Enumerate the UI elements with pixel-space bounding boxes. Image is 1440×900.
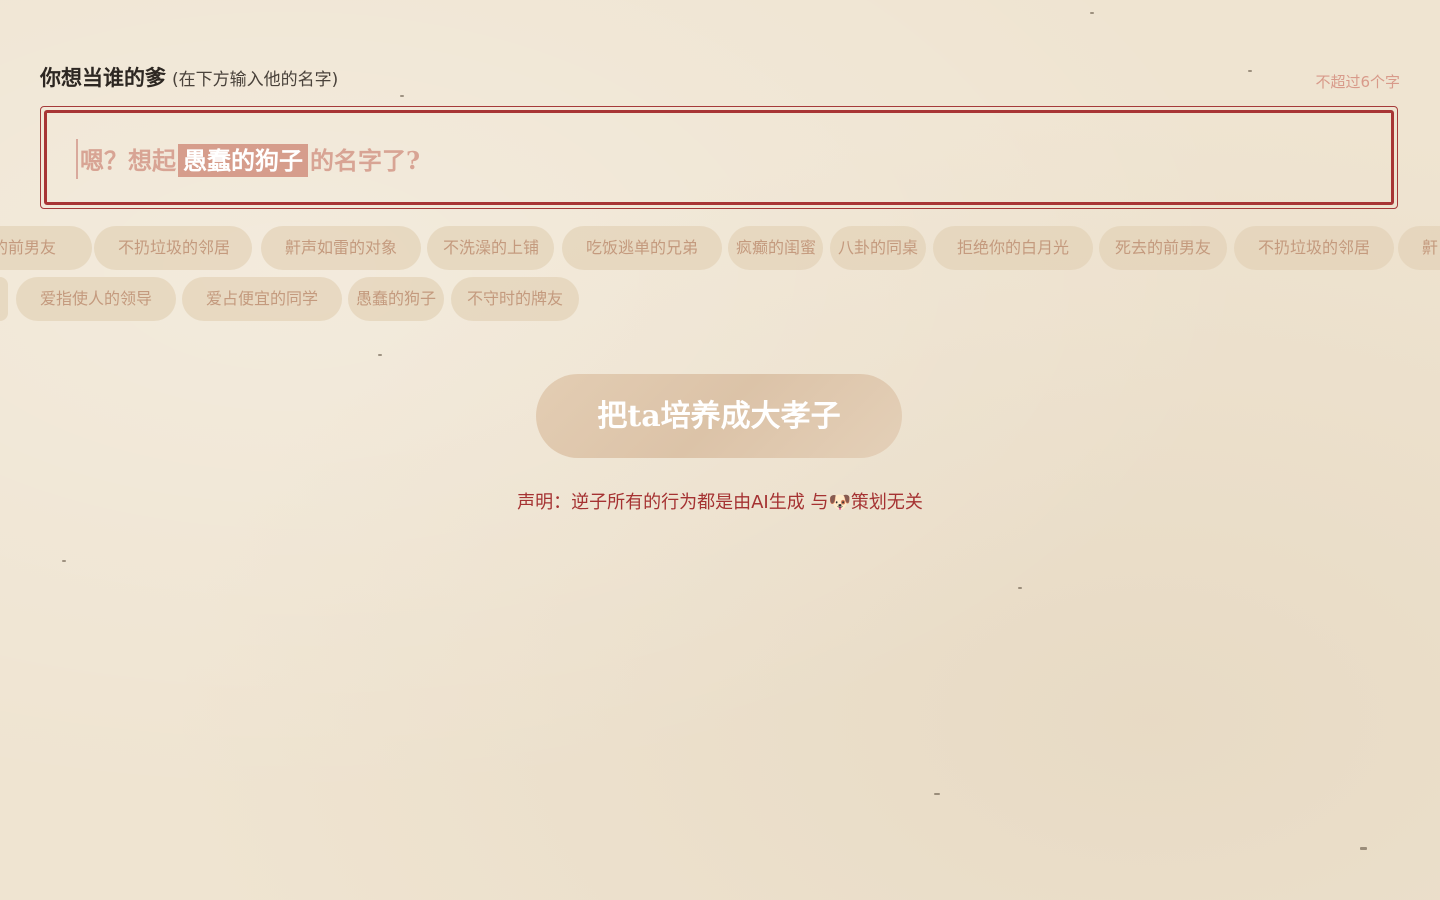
- suggestion-tag[interactable]: 吃饭逃单的兄弟: [562, 226, 722, 270]
- suggestion-tag[interactable]: 疯癫的闺蜜: [728, 226, 823, 270]
- paper-speck: [1018, 587, 1022, 589]
- placeholder-prefix: 嗯？想起: [80, 146, 176, 175]
- suggestion-tag[interactable]: 不守时的牌友: [451, 277, 579, 321]
- char-limit-hint: 不超过6个字: [1315, 73, 1400, 91]
- suggestion-tag[interactable]: 愚蠢的狗子: [348, 277, 444, 321]
- suggestion-tag[interactable]: 死去的前男友: [1099, 226, 1227, 270]
- suggestion-tag[interactable]: 鼾: [1398, 226, 1440, 270]
- generate-button[interactable]: 把ta培养成大孝子: [536, 374, 902, 458]
- suggestion-tag[interactable]: 鼾声如雷的对象: [261, 226, 421, 270]
- disclaimer-text: 声明：逆子所有的行为都是由AI生成 与🐶策划无关: [517, 492, 923, 513]
- paper-speck: [1360, 847, 1367, 850]
- name-input-placeholder: 嗯？想起 愚蠢的狗子 的名字了?: [80, 141, 421, 177]
- paper-speck: [378, 354, 382, 356]
- suggestion-tag[interactable]: 不扔垃圾的邻居: [94, 226, 252, 270]
- suggestion-tag[interactable]: 爱指使人的领导: [16, 277, 176, 321]
- title-subtitle: (在下方输入他的名字): [172, 70, 339, 90]
- paper-speck: [1090, 12, 1094, 14]
- page-title: 你想当谁的爹 (在下方输入他的名字): [40, 62, 338, 92]
- suggestion-tag[interactable]: 拒绝你的白月光: [933, 226, 1093, 270]
- suggestion-tag[interactable]: 爱占便宜的同学: [182, 277, 342, 321]
- suggestion-tag[interactable]: [0, 277, 8, 321]
- title-text: 你想当谁的爹: [40, 65, 166, 90]
- text-caret: [76, 139, 78, 179]
- suggestion-tag[interactable]: 不扔垃圾的邻居: [1234, 226, 1394, 270]
- paper-speck: [934, 793, 940, 795]
- page-header: 你想当谁的爹 (在下方输入他的名字) 不超过6个字: [40, 62, 1400, 92]
- suggestion-row-2: 爱指使人的领导 爱占便宜的同学 愚蠢的狗子 不守时的牌友: [0, 277, 1440, 321]
- suggestion-tag[interactable]: 去的前男友: [0, 226, 92, 270]
- placeholder-highlight: 愚蠢的狗子: [178, 144, 308, 177]
- suggestion-tag[interactable]: 八卦的同桌: [830, 226, 926, 270]
- suggestion-tag[interactable]: 不洗澡的上铺: [427, 226, 554, 270]
- placeholder-suffix: 的名字了?: [310, 146, 421, 175]
- paper-speck: [400, 95, 404, 97]
- paper-speck: [62, 560, 66, 562]
- name-input-frame[interactable]: 嗯？想起 愚蠢的狗子 的名字了?: [40, 106, 1398, 209]
- suggestion-row-1: 去的前男友 不扔垃圾的邻居 鼾声如雷的对象 不洗澡的上铺 吃饭逃单的兄弟 疯癫的…: [0, 226, 1440, 270]
- name-input[interactable]: 嗯？想起 愚蠢的狗子 的名字了?: [44, 110, 1394, 205]
